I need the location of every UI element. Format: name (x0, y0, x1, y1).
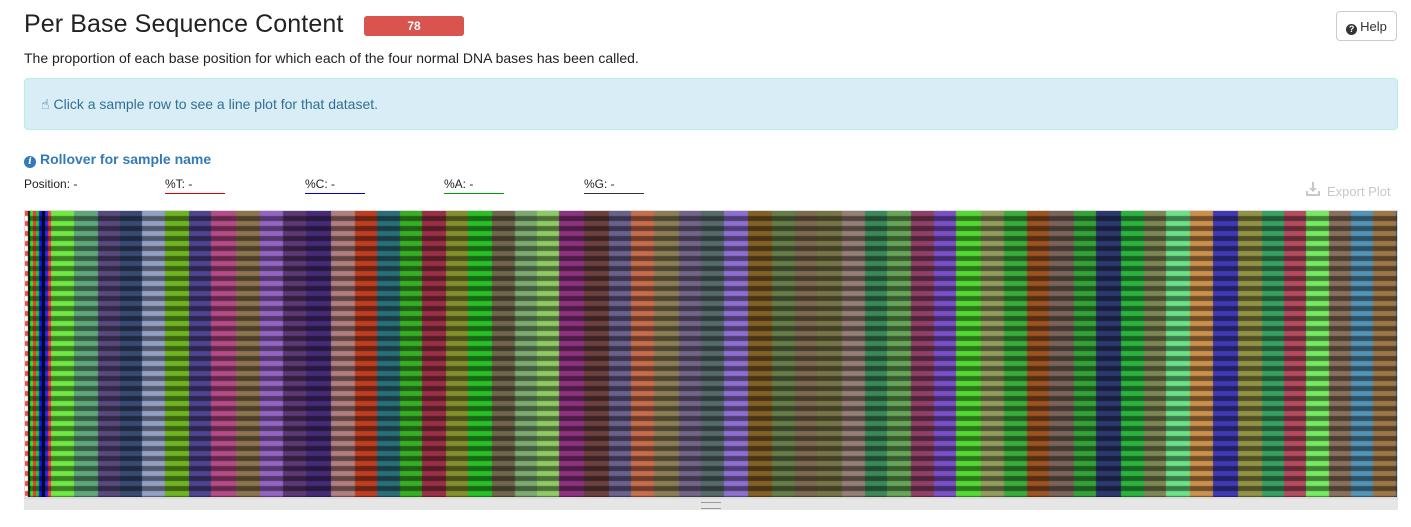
download-icon (1305, 182, 1321, 199)
help-button-label: Help (1360, 19, 1387, 34)
hand-pointer-icon: ☝ (41, 96, 50, 112)
info-alert-message: Click a sample row to see a line plot fo… (53, 96, 379, 112)
sample-count-badge: 78 (364, 16, 464, 36)
position-readout: Position: - (24, 177, 78, 191)
c-percent-readout: %C: - (305, 177, 365, 194)
a-percent-readout: %A: - (444, 177, 504, 194)
question-circle-icon: ? (1346, 24, 1358, 35)
info-alert: ☝ Click a sample row to see a line plot f… (24, 78, 1398, 130)
export-plot-label: Export Plot (1327, 184, 1391, 199)
sequence-content-heatmap[interactable] (24, 210, 1398, 498)
g-percent-readout: %G: - (584, 177, 644, 194)
export-plot-button[interactable]: Export Plot (1305, 182, 1391, 199)
rollover-hint-label: Rollover for sample name (40, 151, 212, 167)
info-circle-icon: i (24, 156, 36, 168)
page-title: Per Base Sequence Content (24, 10, 344, 38)
section-description: The proportion of each base position for… (24, 50, 639, 66)
heatmap-canvas[interactable] (25, 211, 1397, 497)
resize-grip-icon (701, 502, 721, 509)
rollover-hint: i Rollover for sample name (24, 151, 211, 168)
plot-resize-handle[interactable] (24, 498, 1398, 510)
help-button[interactable]: ? Help (1336, 11, 1397, 41)
t-percent-readout: %T: - (165, 177, 225, 194)
